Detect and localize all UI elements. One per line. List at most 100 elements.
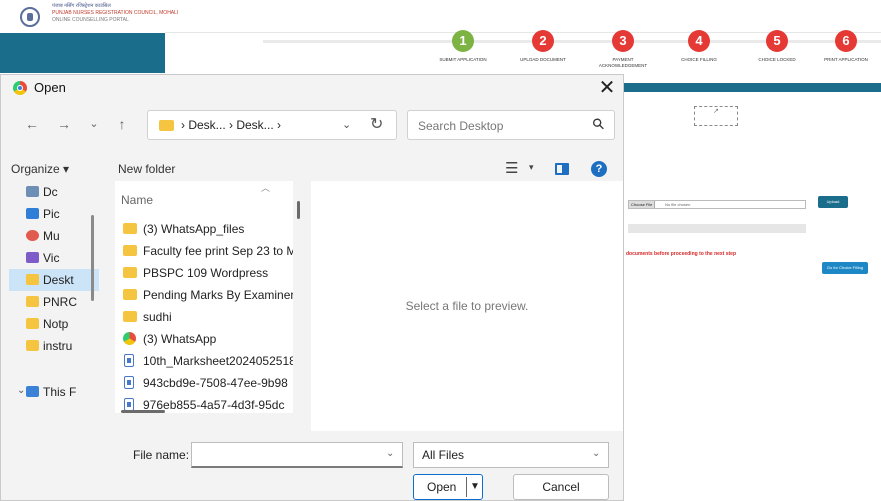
step-payment-acknowledgement[interactable]: 3 PAYMENT ACKNOWLEDGEMENT [588,30,658,69]
nav-scrollbar[interactable] [91,215,94,301]
step-upload-document[interactable]: 2 UPLOAD DOCUMENT [508,30,578,63]
cancel-button-label: Cancel [542,480,580,494]
help-icon[interactable]: ? [591,161,607,177]
organize-button[interactable]: Organize ▾ [11,162,69,176]
search-input[interactable]: Search Desktop [418,119,503,133]
file-list: ︿ Name (3) WhatsApp_files Faculty fee pr… [115,181,293,413]
new-folder-button[interactable]: New folder [118,162,175,176]
view-options-icon[interactable]: ☰ [505,159,518,177]
chevron-down-icon[interactable]: ⌄ [17,385,25,396]
step-choice-filling[interactable]: 4 CHOICE FILLING [664,30,734,63]
split-divider [466,477,467,497]
list-item[interactable]: PBSPC 109 Wordpress [121,262,291,284]
nav-item-notepad[interactable]: Notp [9,313,99,335]
step-number: 3 [612,30,634,52]
chrome-icon [123,332,136,345]
document-icon [124,376,134,389]
org-name: पंजाब नर्सिंग रजिस्ट्रेशन काउंसिल PUNJAB… [52,3,178,24]
upload-arrow-icon: ↗ [713,108,719,115]
music-icon [26,230,39,241]
horizontal-scrollbar[interactable] [121,410,165,413]
preview-pane-icon[interactable] [555,163,569,175]
org-name-english: PUNJAB NURSES REGISTRATION COUNCIL, MOHA… [52,10,179,16]
up-button[interactable]: ↑ [111,113,133,135]
nav-item-label: Notp [43,317,69,331]
file-name: Pending Marks By Examiner [143,288,293,302]
file-type-select[interactable]: All Files ⌄ [413,442,609,468]
address-path[interactable]: › Desk... › Desk... › [181,118,281,132]
file-name: PBSPC 109 Wordpress [143,266,269,280]
nav-item-label: This F [43,385,77,399]
computer-icon [26,386,39,397]
council-logo-icon [20,7,40,27]
nav-item-label: Dc [43,185,58,199]
address-dropdown[interactable]: ⌄ [342,118,351,131]
recent-locations-button[interactable]: ⌄ [83,113,105,135]
nav-item-pictures[interactable]: Pic [9,203,99,225]
step-submit-application[interactable]: 1 SUBMIT APPLICATION [428,30,498,63]
search-box[interactable]: Search Desktop ⚲ [407,110,615,140]
list-item[interactable]: Faculty fee print Sep 23 to M [121,240,293,262]
choose-file-button[interactable]: Choose File [629,201,656,208]
step-label: CHOICE FILLING [681,57,717,62]
chevron-down-icon[interactable]: ⌄ [592,448,600,459]
site-side-nav [0,33,165,73]
document-icon [124,354,134,367]
chrome-icon [13,81,27,95]
step-label: SUBMIT APPLICATION [439,57,487,62]
list-item[interactable]: 943cbd9e-7508-47ee-9b98 [121,372,291,394]
section-header-bar [622,83,881,92]
nav-item-documents[interactable]: Dc [9,181,99,203]
dialog-title: Open [34,80,66,95]
open-file-dialog: Open ✕ ← → ⌄ ↑ › Desk... › Desk... › ⌄ ↻… [0,74,624,501]
list-item[interactable]: (3) WhatsApp_files [121,218,291,240]
back-button[interactable]: ← [21,113,43,135]
sort-indicator[interactable]: ︿ [261,181,270,194]
file-list-scrollbar[interactable] [297,201,300,219]
open-button[interactable]: Open ▼ [413,474,483,500]
pictures-icon [26,208,39,219]
nav-item-pnrc[interactable]: PNRC [9,291,99,313]
folder-icon [26,296,39,307]
file-name-input[interactable]: ⌄ [191,442,403,468]
chevron-down-icon[interactable]: ⌄ [386,448,394,459]
folder-icon [123,311,137,322]
list-item[interactable]: 10th_Marksheet2024052518 [121,350,293,372]
refresh-icon[interactable]: ↻ [370,114,383,134]
folder-icon [123,245,137,256]
step-print-application[interactable]: 6 PRINT APPLICATION [811,30,881,63]
step-label: CHOICE LOCKED [758,57,796,62]
open-options-arrow[interactable]: ▼ [470,481,480,492]
navigation-pane: Dc Pic Mu Vic Deskt PNRC Notp instru ⌄ T… [9,181,99,407]
navigation-bar: ← → ⌄ ↑ › Desk... › Desk... › ⌄ ↻ Search… [1,109,623,141]
file-name: Faculty fee print Sep 23 to M [143,244,293,258]
nav-item-this-pc[interactable]: ⌄ This F [9,381,99,403]
forward-button[interactable]: → [53,113,75,135]
close-button[interactable]: ✕ [593,76,621,100]
cancel-button[interactable]: Cancel [513,474,609,500]
nav-item-music[interactable]: Mu [9,225,99,247]
portal-name: ONLINE COUNSELLING PORTAL [52,17,129,23]
upload-button[interactable]: Upload [818,196,848,208]
file-name: (3) WhatsApp [143,332,217,346]
list-item[interactable]: (3) WhatsApp [121,328,291,350]
search-icon: ⚲ [588,114,609,135]
step-choice-locked[interactable]: 5 CHOICE LOCKED [742,30,812,63]
folder-icon [123,289,137,300]
dialog-titlebar[interactable]: Open ✕ [1,75,623,101]
name-column-header[interactable]: Name [121,193,153,207]
nav-item-instructions[interactable]: instru [9,335,99,357]
file-name: (3) WhatsApp_files [143,222,245,236]
folder-icon [26,318,39,329]
address-bar[interactable]: › Desk... › Desk... › ⌄ ↻ [147,110,397,140]
documents-icon [26,186,39,197]
step-label: UPLOAD DOCUMENT [520,57,566,62]
list-item[interactable]: sudhi [121,306,291,328]
list-item[interactable]: Pending Marks By Examiner [121,284,293,306]
file-chooser[interactable]: Choose File No file chosen [628,200,806,209]
choice-filling-button[interactable]: Go for Choice Filling [822,262,868,274]
view-dropdown[interactable]: ▾ [529,162,534,173]
step-number: 6 [835,30,857,52]
nav-item-desktop[interactable]: Deskt [9,269,99,291]
nav-item-videos[interactable]: Vic [9,247,99,269]
